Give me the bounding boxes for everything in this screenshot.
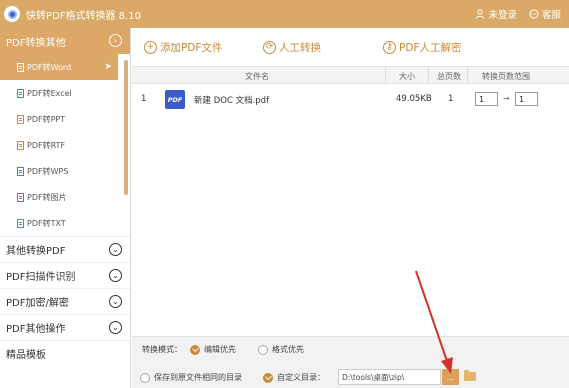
- sidebar-item-label: PDF转WPS: [27, 166, 69, 176]
- chevron-down-icon: ⌄: [109, 295, 122, 308]
- save-same-dir-option[interactable]: 保存到原文件相同的目录: [140, 372, 242, 383]
- key-icon: ⚷: [383, 41, 396, 54]
- sidebar-item-label: PDF转TXT: [27, 218, 66, 228]
- sidebar-item-label: PDF转RTF: [27, 140, 66, 150]
- app-title: 快转PDF格式转换器 8.10: [26, 10, 141, 22]
- service-label: 客服: [541, 10, 561, 21]
- app-logo-icon: [4, 6, 20, 22]
- sidebar-group-other-to-pdf[interactable]: 其他转换PDF ⌄: [0, 236, 130, 262]
- custom-dir-option[interactable]: 自定义目录：: [263, 372, 325, 383]
- manual-decrypt-label: PDF人工解密: [399, 42, 462, 54]
- title-bar: 快转PDF格式转换器 8.10 未登录 客服: [0, 0, 569, 28]
- sidebar-item-label: PDF转PPT: [27, 114, 66, 124]
- pdf-file-icon: PDF: [165, 90, 185, 109]
- column-header-size: 大小: [399, 72, 415, 81]
- table-row[interactable]: 1 PDF 新建 DOC 文档.pdf 49.05KB 1 1 → 1: [132, 84, 569, 114]
- file-icon: [17, 218, 24, 228]
- column-header-pages: 总页数: [437, 72, 461, 81]
- file-icon: [17, 62, 24, 72]
- convert-mode-row: 转换模式： 编辑优先 格式优先: [142, 344, 304, 355]
- chevron-down-icon: ⌄: [109, 321, 122, 334]
- file-icon: [17, 88, 24, 98]
- manual-convert-button[interactable]: ⟳ 人工转换: [263, 40, 321, 55]
- toolbar: + 添加PDF文件 ⟳ 人工转换 ⚷ PDF人工解密: [132, 28, 569, 66]
- sidebar-scrollbar[interactable]: [124, 60, 128, 195]
- sidebar-group-label: PDF扫描件识别: [6, 272, 76, 283]
- login-label: 未登录: [488, 10, 517, 21]
- file-icon: [17, 114, 24, 124]
- open-folder-icon[interactable]: [464, 370, 476, 381]
- chevron-down-icon: ⌄: [109, 243, 122, 256]
- chevron-down-icon: ⌄: [109, 269, 122, 282]
- mode-format-first-label: 格式优先: [272, 345, 304, 354]
- sidebar-item-pdf-to-excel[interactable]: PDF转Excel: [0, 80, 118, 106]
- save-same-dir-radio[interactable]: [140, 372, 150, 383]
- sidebar-item-pdf-to-word[interactable]: PDF转Word ➤: [0, 54, 118, 80]
- table-header: 文件名 大小 总页数 转换页数范围: [132, 66, 569, 84]
- user-icon: [475, 9, 485, 19]
- chevron-circle-icon: ›: [109, 34, 122, 47]
- save-same-dir-label: 保存到原文件相同的目录: [154, 373, 242, 382]
- service-icon: [529, 9, 539, 19]
- chevron-right-icon: ➤: [104, 62, 112, 72]
- sidebar-group-pdf-ocr[interactable]: PDF扫描件识别 ⌄: [0, 262, 130, 288]
- file-size: 49.05KB: [396, 94, 432, 104]
- sidebar: PDF转换其他 › PDF转Word ➤ PDF转Excel PDF转PPT P…: [0, 28, 131, 388]
- sidebar-group-label: PDF加密/解密: [6, 298, 69, 309]
- sidebar-item-pdf-to-ppt[interactable]: PDF转PPT: [0, 106, 118, 132]
- file-name: 新建 DOC 文档.pdf: [194, 96, 270, 106]
- arrow-right-icon: →: [503, 94, 510, 103]
- sidebar-item-label: PDF转Excel: [27, 88, 72, 98]
- page-from-input[interactable]: 1: [475, 92, 498, 106]
- manual-decrypt-button[interactable]: ⚷ PDF人工解密: [383, 40, 461, 55]
- browse-button[interactable]: ...: [442, 369, 459, 385]
- service-button[interactable]: 客服: [529, 7, 561, 21]
- convert-mode-label: 转换模式：: [142, 345, 182, 354]
- sidebar-group-label: PDF其他操作: [6, 324, 66, 335]
- sidebar-item-label: PDF转图片: [27, 192, 67, 202]
- sidebar-item-pdf-to-wps[interactable]: PDF转WPS: [0, 158, 118, 184]
- plus-icon: +: [144, 41, 157, 54]
- mode-edit-first-radio[interactable]: [190, 344, 200, 355]
- output-path-field[interactable]: D:\tools\桌面\zip\: [338, 369, 441, 385]
- custom-dir-radio[interactable]: [263, 372, 273, 383]
- sidebar-group-templates[interactable]: 精品模板: [0, 340, 130, 366]
- column-header-name: 文件名: [245, 72, 269, 81]
- page-count: 1: [448, 94, 454, 104]
- row-index: 1: [141, 94, 147, 104]
- sidebar-item-pdf-to-txt[interactable]: PDF转TXT: [0, 210, 118, 236]
- sidebar-sub-list: PDF转Word ➤ PDF转Excel PDF转PPT PDF转RTF PDF…: [0, 54, 130, 236]
- file-icon: [17, 192, 24, 202]
- sidebar-group-label: 精品模板: [6, 350, 46, 361]
- file-icon: [17, 166, 24, 176]
- sidebar-group-pdf-encrypt[interactable]: PDF加密/解密 ⌄: [0, 288, 130, 314]
- login-button[interactable]: 未登录: [475, 7, 517, 21]
- file-table: 文件名 大小 总页数 转换页数范围 1 PDF 新建 DOC 文档.pdf 49…: [132, 66, 569, 114]
- add-pdf-label: 添加PDF文件: [160, 42, 223, 54]
- file-icon: [17, 140, 24, 150]
- sidebar-group-label: PDF转换其他: [6, 37, 66, 49]
- sidebar-item-pdf-to-rtf[interactable]: PDF转RTF: [0, 132, 118, 158]
- custom-dir-label: 自定义目录：: [277, 373, 325, 382]
- sidebar-item-label: PDF转Word: [27, 62, 72, 72]
- bottom-settings: 转换模式： 编辑优先 格式优先 保存到原文件相同的目录 自定义目录： D:\to…: [132, 336, 569, 388]
- add-pdf-button[interactable]: + 添加PDF文件: [144, 40, 222, 55]
- mode-format-first-radio[interactable]: [258, 344, 268, 355]
- page-to-input[interactable]: 1: [515, 92, 538, 106]
- sidebar-group-pdf-other-ops[interactable]: PDF其他操作 ⌄: [0, 314, 130, 340]
- column-header-range: 转换页数范围: [482, 72, 530, 81]
- manual-convert-label: 人工转换: [279, 42, 321, 54]
- sidebar-group-label: 其他转换PDF: [6, 246, 66, 257]
- refresh-icon: ⟳: [263, 41, 276, 54]
- mode-edit-first-label: 编辑优先: [204, 345, 236, 354]
- sidebar-group-pdf-convert-other[interactable]: PDF转换其他 ›: [0, 28, 130, 54]
- sidebar-item-pdf-to-image[interactable]: PDF转图片: [0, 184, 118, 210]
